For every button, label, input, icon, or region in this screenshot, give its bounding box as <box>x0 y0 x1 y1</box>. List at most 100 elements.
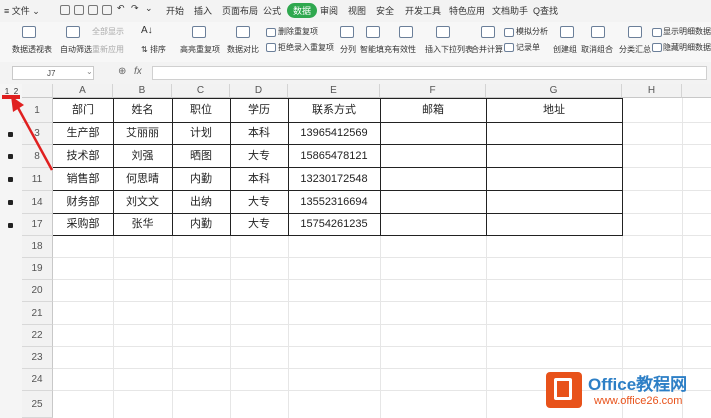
split-button[interactable]: 分列 <box>340 44 356 55</box>
dropdown-list-button[interactable]: 插入下拉列表 <box>425 44 473 55</box>
row-header[interactable]: 25 <box>22 391 53 418</box>
row-header[interactable]: 20 <box>22 280 53 302</box>
table-cell[interactable]: 大专 <box>230 214 288 235</box>
table-cell[interactable] <box>486 168 622 190</box>
table-cell[interactable]: 何思晴 <box>113 168 172 190</box>
more-icon[interactable]: ⌄ <box>145 3 153 14</box>
table-cell[interactable]: 内勤 <box>172 168 230 190</box>
table-cell[interactable]: 艾丽丽 <box>113 123 172 144</box>
column-header-f[interactable]: F <box>380 84 486 98</box>
tab-doc-assistant[interactable]: 文档助手 <box>492 4 528 17</box>
sort-button[interactable]: ⇅ 排序 <box>141 44 166 55</box>
tab-formulas[interactable]: 公式 <box>263 4 281 17</box>
column-header-d[interactable]: D <box>230 84 288 98</box>
formula-input[interactable] <box>152 66 707 80</box>
table-cell[interactable] <box>380 145 486 167</box>
table-cell[interactable]: 张华 <box>113 214 172 235</box>
outline-expand-dot[interactable] <box>8 200 13 205</box>
table-cell[interactable]: 15865478121 <box>288 145 380 167</box>
consolidate-button[interactable]: 合并计算 <box>471 44 503 55</box>
column-header-g[interactable]: G <box>486 84 622 98</box>
fx-button[interactable]: fx <box>134 66 142 77</box>
data-compare-button[interactable]: 数据对比 <box>227 44 259 55</box>
reapply-button[interactable]: 重新应用 <box>92 44 124 55</box>
table-cell[interactable]: 大专 <box>230 145 288 167</box>
table-cell[interactable]: 13230172548 <box>288 168 380 190</box>
subtotal-button[interactable]: 分类汇总 <box>619 44 651 55</box>
remove-dup-button[interactable]: 删除重复项 <box>278 26 318 37</box>
table-cell[interactable]: 15754261235 <box>288 214 380 235</box>
hide-detail-button[interactable]: 隐藏明细数据 <box>663 42 711 53</box>
ungroup-icon <box>591 26 605 38</box>
table-cell[interactable]: 刘文文 <box>113 191 172 213</box>
tab-data[interactable]: 数据 <box>287 3 318 18</box>
outline-expand-dot[interactable] <box>8 223 13 228</box>
row-header[interactable]: 24 <box>22 369 53 391</box>
header-cell[interactable]: 地址 <box>486 99 622 122</box>
record-form-button[interactable]: 记录单 <box>516 42 540 53</box>
table-cell[interactable] <box>486 145 622 167</box>
show-detail-button[interactable]: 显示明细数据 <box>663 26 711 37</box>
column-header-c[interactable]: C <box>172 84 230 98</box>
grid-line <box>53 346 711 347</box>
row-header[interactable]: 14 <box>22 191 53 214</box>
table-cell[interactable]: 计划 <box>172 123 230 144</box>
table-cell[interactable] <box>380 191 486 213</box>
tab-insert[interactable]: 插入 <box>194 4 212 17</box>
table-cell[interactable]: 13965412569 <box>288 123 380 144</box>
column-header-e[interactable]: E <box>288 84 380 98</box>
table-cell[interactable]: 大专 <box>230 191 288 213</box>
row-header[interactable]: 23 <box>22 347 53 369</box>
row-header[interactable]: 17 <box>22 214 53 236</box>
reject-dup-button[interactable]: 拒绝录入重复项 <box>278 42 334 53</box>
header-cell[interactable]: 职位 <box>172 99 230 122</box>
row-header[interactable]: 19 <box>22 258 53 280</box>
table-cell[interactable] <box>380 214 486 235</box>
column-header-b[interactable]: B <box>113 84 172 98</box>
table-cell[interactable] <box>486 123 622 144</box>
name-box-chevron-icon[interactable]: ⌄ <box>86 67 93 76</box>
tab-home[interactable]: 开始 <box>166 4 184 17</box>
tab-security[interactable]: 安全 <box>376 4 394 17</box>
redo-icon[interactable]: ↷ <box>131 3 139 14</box>
table-cell[interactable]: 本科 <box>230 123 288 144</box>
table-cell[interactable]: 采购部 <box>53 214 113 235</box>
table-cell[interactable]: 晒图 <box>172 145 230 167</box>
show-all-button[interactable]: 全部显示 <box>92 26 124 37</box>
header-cell[interactable]: 姓名 <box>113 99 172 122</box>
table-cell[interactable] <box>486 214 622 235</box>
group-button[interactable]: 创建组 <box>553 44 577 55</box>
table-cell[interactable]: 内勤 <box>172 214 230 235</box>
row-header[interactable]: 22 <box>22 325 53 347</box>
preview-icon[interactable] <box>102 5 112 15</box>
table-cell[interactable]: 本科 <box>230 168 288 190</box>
simulate-button[interactable]: 模拟分析 <box>516 26 548 37</box>
tab-view[interactable]: 视图 <box>348 4 366 17</box>
table-cell[interactable] <box>486 191 622 213</box>
print-icon[interactable] <box>88 5 98 15</box>
tab-special-apps[interactable]: 特色应用 <box>449 4 485 17</box>
header-cell[interactable]: 联系方式 <box>288 99 380 122</box>
ungroup-button[interactable]: 取消组合 <box>581 44 613 55</box>
zoom-search-icon[interactable]: ⊕ <box>118 66 126 77</box>
header-cell[interactable]: 学历 <box>230 99 288 122</box>
table-cell[interactable] <box>380 123 486 144</box>
tab-review[interactable]: 审阅 <box>320 4 338 17</box>
undo-icon[interactable]: ↶ <box>117 3 125 14</box>
table-cell[interactable]: 财务部 <box>53 191 113 213</box>
table-cell[interactable]: 13552316694 <box>288 191 380 213</box>
table-cell[interactable]: 出纳 <box>172 191 230 213</box>
smart-fill-button[interactable]: 智能填充 <box>360 44 392 55</box>
column-header-h[interactable]: H <box>622 84 682 98</box>
table-cell[interactable]: 刘强 <box>113 145 172 167</box>
header-cell[interactable]: 邮箱 <box>380 99 486 122</box>
highlight-dup-button[interactable]: 高亮重复项 <box>180 44 220 55</box>
tab-developer[interactable]: 开发工具 <box>405 4 441 17</box>
search-button[interactable]: Q查找 <box>533 4 558 17</box>
table-cell[interactable] <box>380 168 486 190</box>
tab-page-layout[interactable]: 页面布局 <box>222 4 258 17</box>
validity-button[interactable]: 有效性 <box>392 44 416 55</box>
sort-asc-icon[interactable]: A↓ <box>141 25 153 36</box>
row-header[interactable]: 18 <box>22 236 53 258</box>
row-header[interactable]: 21 <box>22 302 53 325</box>
